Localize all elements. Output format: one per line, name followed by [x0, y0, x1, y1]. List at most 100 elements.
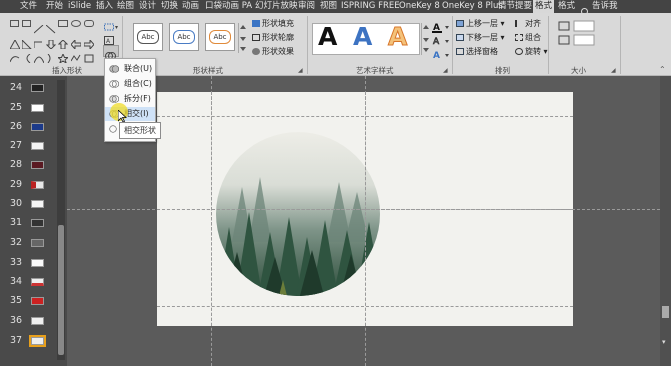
- intersect-tooltip: 相交形状: [119, 122, 161, 139]
- shape-style-preset-1[interactable]: Abc: [133, 23, 163, 51]
- slide-number: 35: [10, 295, 23, 306]
- merge-shapes-button[interactable]: [103, 45, 119, 60]
- oval-shape-icon[interactable]: [71, 20, 81, 27]
- rotate-button[interactable]: 旋转 ▾: [515, 46, 548, 57]
- thumbnail-scrollbar[interactable]: [57, 80, 65, 360]
- slide-number: 36: [10, 315, 23, 326]
- slide-number: 28: [10, 159, 23, 170]
- style-gallery-scroll[interactable]: [238, 23, 247, 53]
- slide-thumbnail[interactable]: [31, 317, 44, 325]
- ribbon-divider: [307, 16, 308, 74]
- shape-outline-button[interactable]: 形状轮廓: [252, 32, 294, 43]
- scrollbar-thumb[interactable]: [662, 306, 669, 318]
- tab-home[interactable]: 开始: [44, 0, 65, 13]
- wordart-style-orange[interactable]: A: [387, 21, 407, 53]
- textbox-shape-icon[interactable]: [10, 20, 19, 27]
- send-backward-icon: [456, 34, 464, 41]
- size-controls[interactable]: [556, 19, 596, 49]
- style-preset-label: Abc: [137, 30, 159, 44]
- shape-gallery[interactable]: [8, 17, 100, 65]
- bracket-shape-icon[interactable]: [22, 48, 32, 67]
- tab-animations[interactable]: 动画: [180, 0, 201, 13]
- collapse-ribbon-icon[interactable]: ⌃: [659, 65, 666, 74]
- align-button[interactable]: 对齐: [515, 18, 541, 29]
- ribbon-divider: [452, 16, 453, 74]
- selection-pane-icon: [456, 48, 464, 55]
- dialog-launcher-icon[interactable]: ◢: [611, 67, 616, 74]
- guide-line: [365, 76, 366, 366]
- menu-bar: 文件 开始 iSlide 插入 绘图 设计 切换 动画 口袋动画 PA 幻灯片放…: [0, 0, 671, 17]
- shape-style-preset-2[interactable]: Abc: [169, 23, 199, 51]
- slide-thumbnail[interactable]: [31, 278, 44, 286]
- wordart-style-blue[interactable]: A: [353, 21, 372, 53]
- slide-thumbnail[interactable]: [31, 104, 44, 112]
- tab-ispring[interactable]: ISPRING FREE: [339, 0, 402, 13]
- union-icon: [109, 65, 119, 73]
- group-button[interactable]: 组合: [515, 32, 541, 43]
- group-icon: [515, 34, 523, 41]
- style-preset-label: Abc: [209, 30, 231, 44]
- slide-thumbnail[interactable]: [31, 123, 44, 131]
- slide-number: 34: [10, 276, 23, 287]
- tab-islide[interactable]: iSlide: [66, 0, 93, 13]
- group-caption-shape-styles: 形状样式: [193, 66, 223, 75]
- slide-thumbnail[interactable]: [31, 239, 44, 247]
- slide-number: 32: [10, 237, 23, 248]
- tab-slideshow[interactable]: 幻灯片放映: [253, 0, 300, 13]
- tab-insert[interactable]: 插入: [94, 0, 115, 13]
- tab-file[interactable]: 文件: [18, 0, 39, 13]
- align-icon: [515, 20, 523, 27]
- bring-forward-button[interactable]: 上移一层 ▾: [456, 18, 505, 29]
- tab-draw[interactable]: 绘图: [115, 0, 136, 13]
- pen-outline-icon: [252, 34, 260, 41]
- slide-thumbnail[interactable]: [31, 259, 44, 267]
- scroll-shape-icon[interactable]: [84, 48, 94, 67]
- slide-thumbnail[interactable]: [31, 181, 44, 189]
- selection-pane-button[interactable]: 选择窗格: [456, 46, 498, 57]
- canvas-scrollbar[interactable]: ▾: [660, 76, 671, 366]
- svg-text:A: A: [433, 51, 440, 61]
- tab-format-active[interactable]: 格式: [533, 0, 555, 13]
- tab-onekey8[interactable]: OneKey 8: [397, 0, 442, 13]
- menu-item-union[interactable]: 联合(U): [105, 62, 155, 76]
- vertical-textbox-shape-icon[interactable]: [22, 20, 31, 27]
- curve-shape-icon[interactable]: [9, 48, 20, 67]
- wordart-style-black[interactable]: A: [318, 21, 337, 53]
- slide-number: 26: [10, 121, 23, 132]
- tab-transitions[interactable]: 切换: [159, 0, 180, 13]
- arc-shape-icon[interactable]: [33, 48, 45, 67]
- shape-effects-button[interactable]: 形状效果: [252, 46, 294, 57]
- slide-thumbnail[interactable]: [31, 200, 44, 208]
- menu-item-combine[interactable]: 组合(C): [105, 77, 155, 91]
- dialog-launcher-icon[interactable]: ◢: [298, 67, 303, 74]
- tab-design[interactable]: 设计: [137, 0, 158, 13]
- slide-thumbnail[interactable]: [31, 161, 44, 169]
- rectangle-shape-icon[interactable]: [58, 20, 68, 27]
- dialog-launcher-icon[interactable]: ◢: [443, 67, 448, 74]
- next-slide-icon[interactable]: ▾: [662, 338, 666, 346]
- slide-number: 27: [10, 140, 23, 151]
- rounded-rectangle-shape-icon[interactable]: [84, 20, 94, 27]
- slide-thumbnail[interactable]: [31, 84, 44, 92]
- slide-number: 24: [10, 82, 23, 93]
- tell-me-search[interactable]: 告诉我: [590, 0, 620, 13]
- shape-fill-button[interactable]: 形状填充: [252, 18, 294, 29]
- paint-bucket-icon: [252, 20, 260, 27]
- scrollbar-thumb[interactable]: [58, 225, 64, 355]
- slide-thumbnail[interactable]: [31, 297, 44, 305]
- rotate-icon: [515, 48, 523, 55]
- send-backward-button[interactable]: 下移一层 ▾: [456, 32, 505, 43]
- shape-style-preset-3[interactable]: Abc: [205, 23, 235, 51]
- text-effects-button[interactable]: A: [432, 46, 450, 65]
- tab-view[interactable]: 视图: [318, 0, 339, 13]
- tab-review[interactable]: 审阅: [296, 0, 317, 13]
- tab-pocket-animation[interactable]: 口袋动画 PA: [203, 0, 254, 13]
- slide-thumbnail[interactable]: [31, 219, 44, 227]
- combine-icon: [109, 80, 119, 88]
- wordart-gallery-scroll[interactable]: [421, 23, 430, 55]
- tab-format[interactable]: 格式: [556, 0, 577, 13]
- tab-storyboard[interactable]: 情节提要: [496, 0, 534, 13]
- slide-thumbnail-selected[interactable]: [29, 335, 46, 347]
- slide-number: 31: [10, 217, 23, 228]
- slide-thumbnail[interactable]: [31, 142, 44, 150]
